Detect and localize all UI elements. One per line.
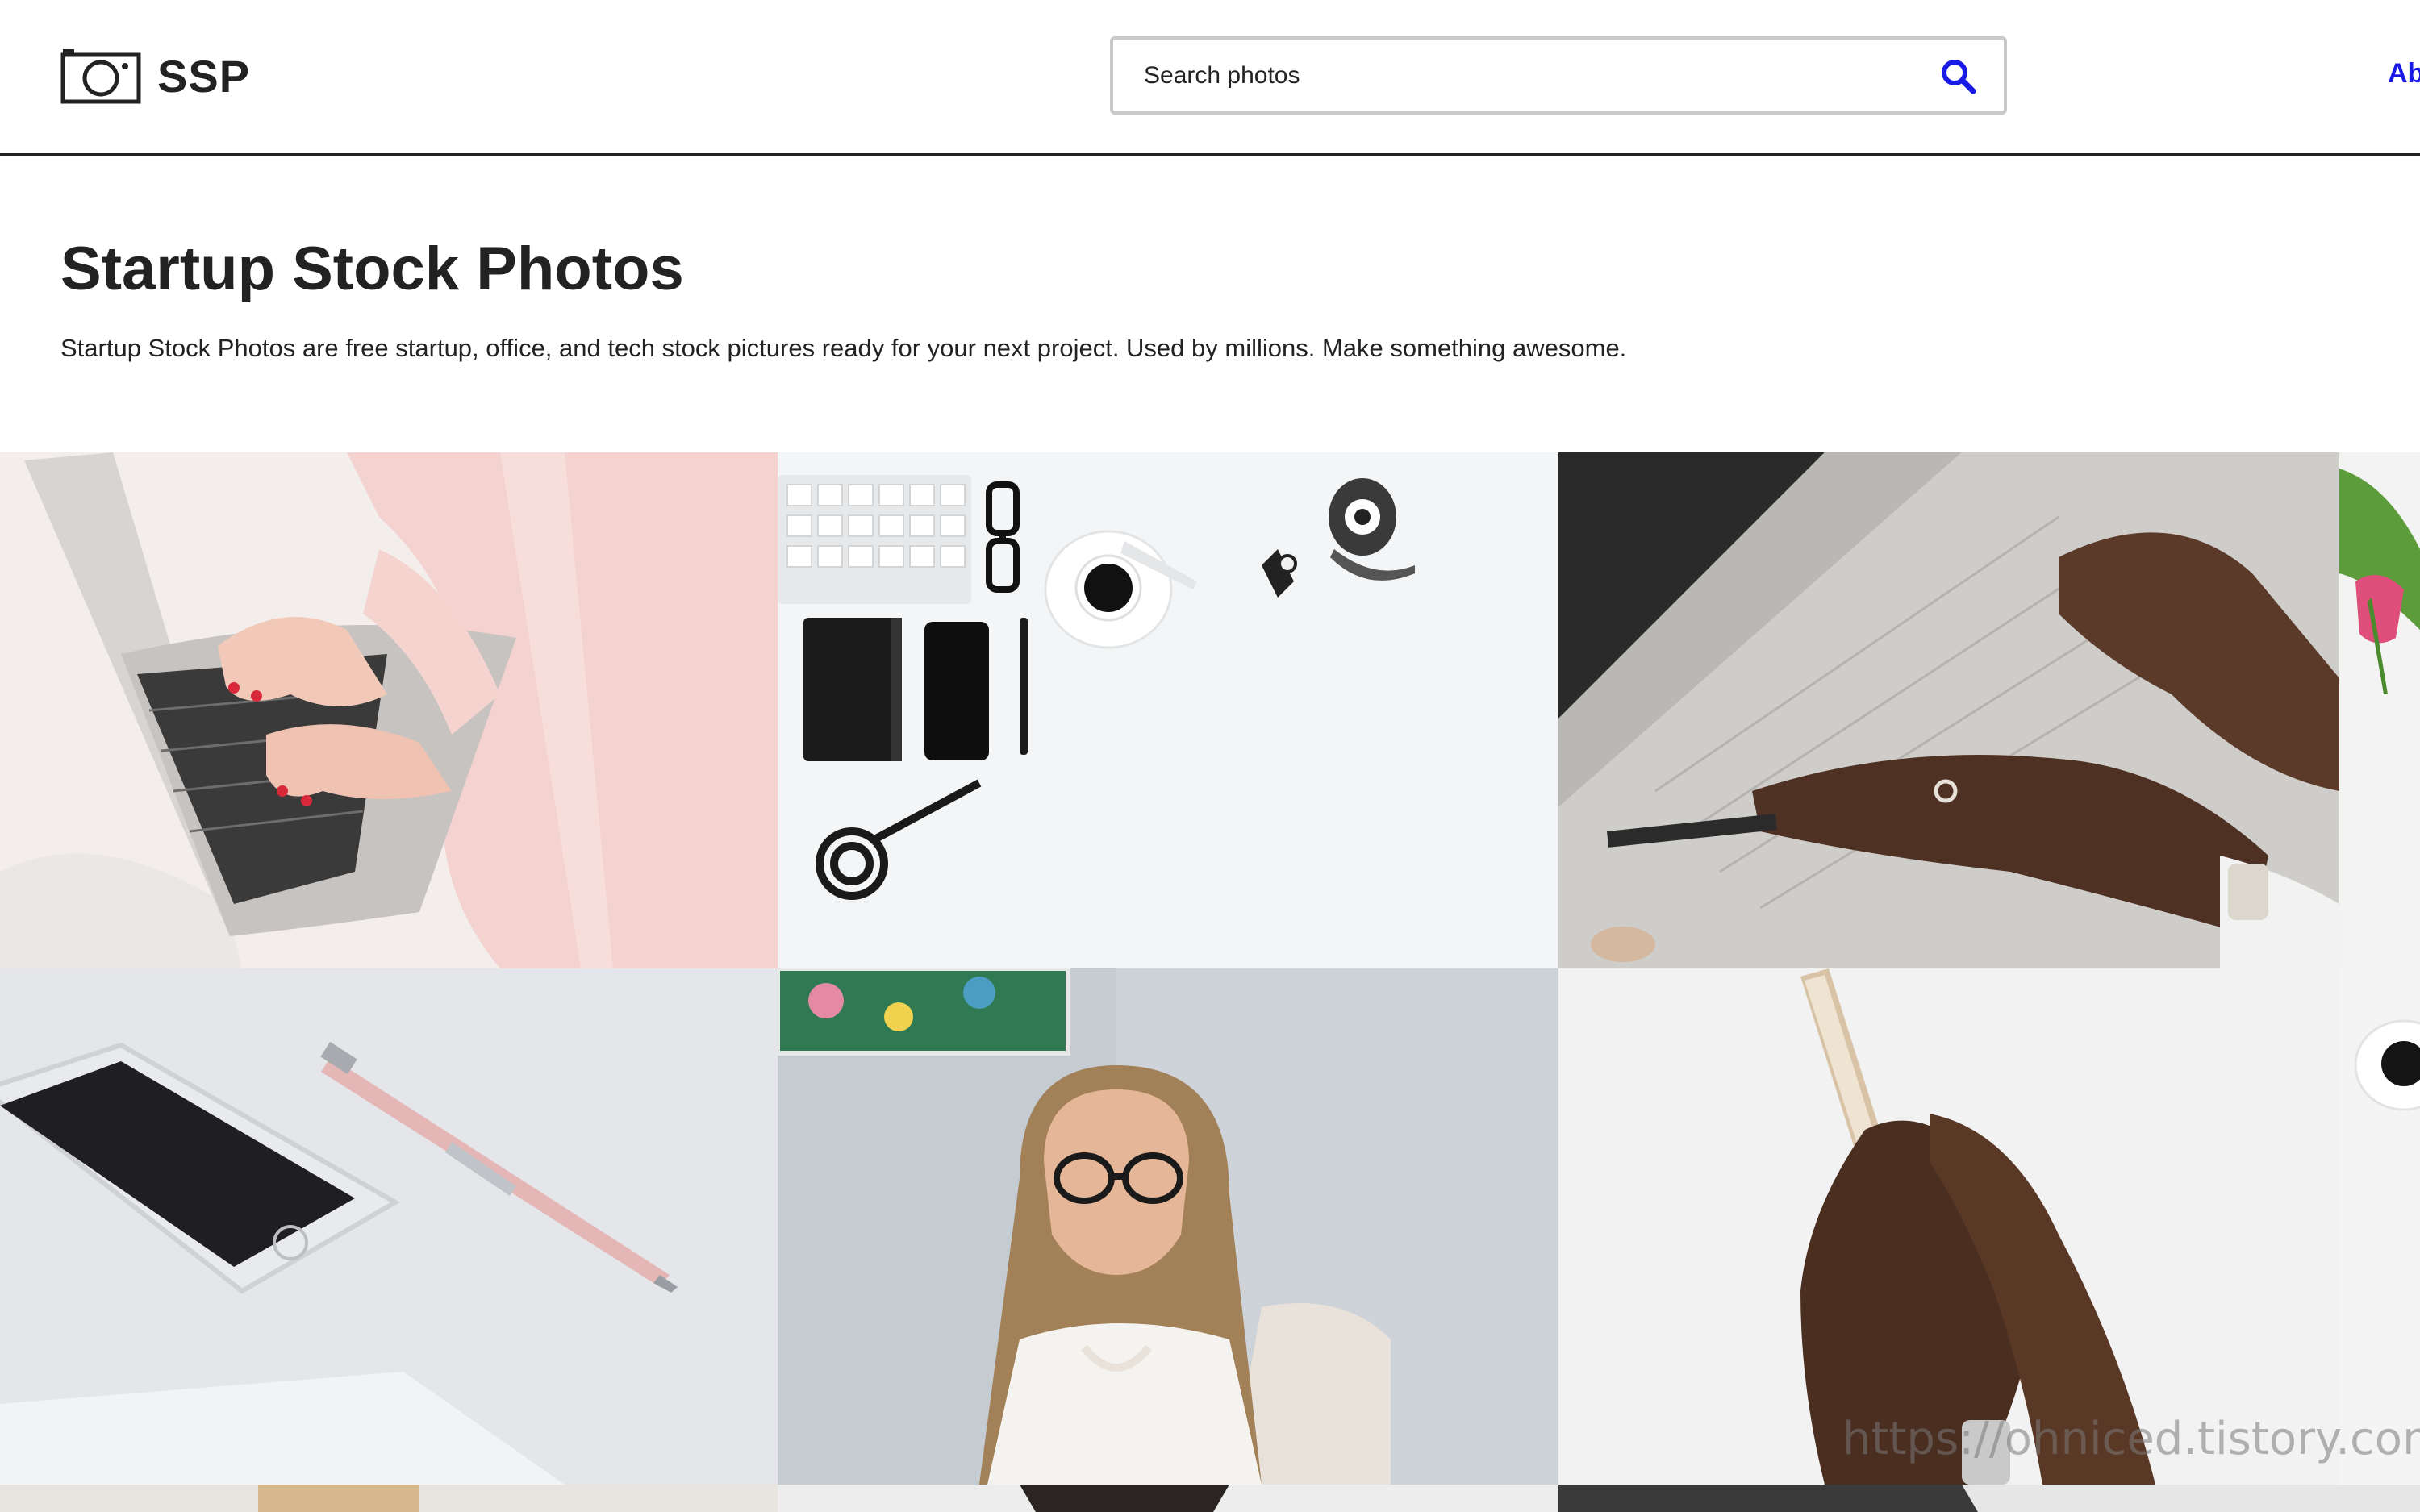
search-box bbox=[1110, 36, 2007, 115]
photo-phone-pen bbox=[0, 968, 778, 1485]
camera-icon bbox=[60, 49, 141, 104]
photo-tile[interactable] bbox=[778, 452, 1558, 968]
search-button[interactable] bbox=[1939, 57, 1978, 96]
photo-desk-flatlay bbox=[778, 452, 1558, 968]
photo-row3-1 bbox=[0, 1485, 778, 1512]
watermark-text: https://ohniced.tistory.com bbox=[1842, 1413, 2420, 1465]
photo-woman-laptop bbox=[0, 452, 778, 968]
photo-tile[interactable] bbox=[2339, 452, 2420, 968]
photo-hands-phone bbox=[1558, 968, 2339, 1485]
site-logo[interactable]: SSP bbox=[60, 45, 250, 106]
photo-grid bbox=[0, 452, 2420, 1512]
nav-about-link[interactable]: Ab bbox=[2388, 58, 2420, 90]
search-icon bbox=[1942, 60, 1976, 94]
photo-tile[interactable] bbox=[2339, 968, 2420, 1485]
photo-tile[interactable] bbox=[0, 968, 778, 1485]
photo-woman-glasses bbox=[778, 968, 1558, 1485]
photo-tile[interactable] bbox=[0, 452, 778, 968]
page-title: Startup Stock Photos bbox=[60, 235, 684, 303]
photo-coffee bbox=[2339, 968, 2420, 1485]
photo-tile[interactable] bbox=[0, 1485, 778, 1512]
photo-tile[interactable] bbox=[1558, 1485, 2420, 1512]
site-header: SSP Ab bbox=[0, 0, 2420, 156]
photo-tile[interactable] bbox=[778, 1485, 1558, 1512]
search-input[interactable] bbox=[1142, 51, 1901, 101]
photo-row3-3 bbox=[1558, 1485, 2420, 1512]
photo-tile[interactable] bbox=[1558, 452, 2339, 968]
page-description: Startup Stock Photos are free startup, o… bbox=[60, 334, 1627, 362]
photo-hands-laptop bbox=[1558, 452, 2339, 968]
photo-tulips bbox=[2339, 452, 2420, 968]
photo-tile[interactable] bbox=[1558, 968, 2339, 1485]
logo-text: SSP bbox=[157, 50, 251, 102]
photo-tile[interactable] bbox=[778, 968, 1558, 1485]
photo-row3-2 bbox=[778, 1485, 1558, 1512]
